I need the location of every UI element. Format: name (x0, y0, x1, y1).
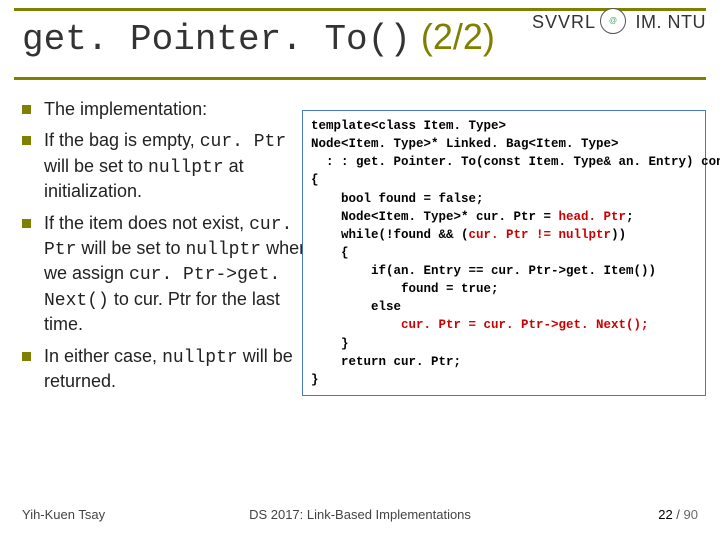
header: get. Pointer. To() (2/2) SVVRL @ IM. NTU (14, 0, 706, 80)
page-total: 90 (684, 507, 698, 522)
code-line: else (311, 300, 401, 314)
imntu-label: IM. NTU (636, 12, 707, 33)
slide: get. Pointer. To() (2/2) SVVRL @ IM. NTU… (0, 0, 720, 540)
code-line: Node<Item. Type>* Linked. Bag<Item. Type… (311, 137, 619, 151)
code-line: template<class Item. Type> (311, 119, 506, 133)
code-line: )) (611, 228, 626, 242)
bullet-text: If the item does not exist, (44, 213, 249, 233)
code-highlight: head. Ptr (559, 210, 627, 224)
bullet-text: In either case, (44, 346, 162, 366)
slide-body: The implementation: If the bag is empty,… (0, 80, 720, 490)
bullet-text: will be set to (76, 238, 185, 258)
bullet-text: The implementation: (44, 99, 207, 119)
bullet-text: If the bag is empty, (44, 130, 200, 150)
footer-course: DS 2017: Link-Based Implementations (249, 507, 471, 522)
page-current: 22 (658, 507, 672, 522)
ntu-logo-icon: @ (600, 8, 626, 34)
code-line: ; (626, 210, 634, 224)
code-box: template<class Item. Type> Node<Item. Ty… (302, 110, 706, 396)
code-line: return cur. Ptr; (311, 355, 461, 369)
bullet-mono: nullptr (162, 348, 238, 368)
bullet-list: The implementation: If the bag is empty,… (22, 98, 312, 393)
bullet-item: If the bag is empty, cur. Ptr will be se… (22, 129, 312, 203)
bullet-item: In either case, nullptr will be returned… (22, 345, 312, 394)
code-line: { (311, 246, 349, 260)
code-highlight: cur. Ptr != nullptr (469, 228, 612, 242)
title-paren: (2/2) (421, 16, 495, 57)
code-highlight: cur. Ptr = cur. Ptr->get. Next(); (401, 318, 649, 332)
bullet-item: If the item does not exist, cur. Ptr wil… (22, 212, 312, 337)
footer: Yih-Kuen Tsay DS 2017: Link-Based Implem… (22, 507, 698, 522)
footer-author: Yih-Kuen Tsay (22, 507, 105, 522)
bullet-mono: nullptr (148, 158, 224, 178)
code-line: { (311, 173, 319, 187)
title-rule-top (14, 8, 706, 11)
code-line: : : get. Pointer. To(const Item. Type& a… (311, 155, 720, 169)
title-mono: get. Pointer. To() (22, 19, 411, 60)
code-line: found = true; (311, 282, 499, 296)
logo-inner: @ (609, 17, 617, 25)
bullet-item: The implementation: (22, 98, 312, 121)
code-line (311, 318, 401, 332)
bullet-text: will be set to (44, 156, 148, 176)
svvrl-label: SVVRL (532, 12, 596, 33)
code-line: if(an. Entry == cur. Ptr->get. Item()) (311, 264, 656, 278)
code-line: Node<Item. Type>* cur. Ptr = (311, 210, 559, 224)
bullet-mono: nullptr (185, 240, 261, 260)
page-sep: / (673, 507, 684, 522)
bullet-mono: cur. Ptr (200, 132, 286, 152)
code-line: while(!found && ( (311, 228, 469, 242)
code-line: } (311, 373, 319, 387)
slide-title: get. Pointer. To() (2/2) (22, 16, 495, 60)
footer-page: 22 / 90 (658, 507, 698, 522)
code-line: bool found = false; (311, 192, 484, 206)
code-line: } (311, 337, 349, 351)
